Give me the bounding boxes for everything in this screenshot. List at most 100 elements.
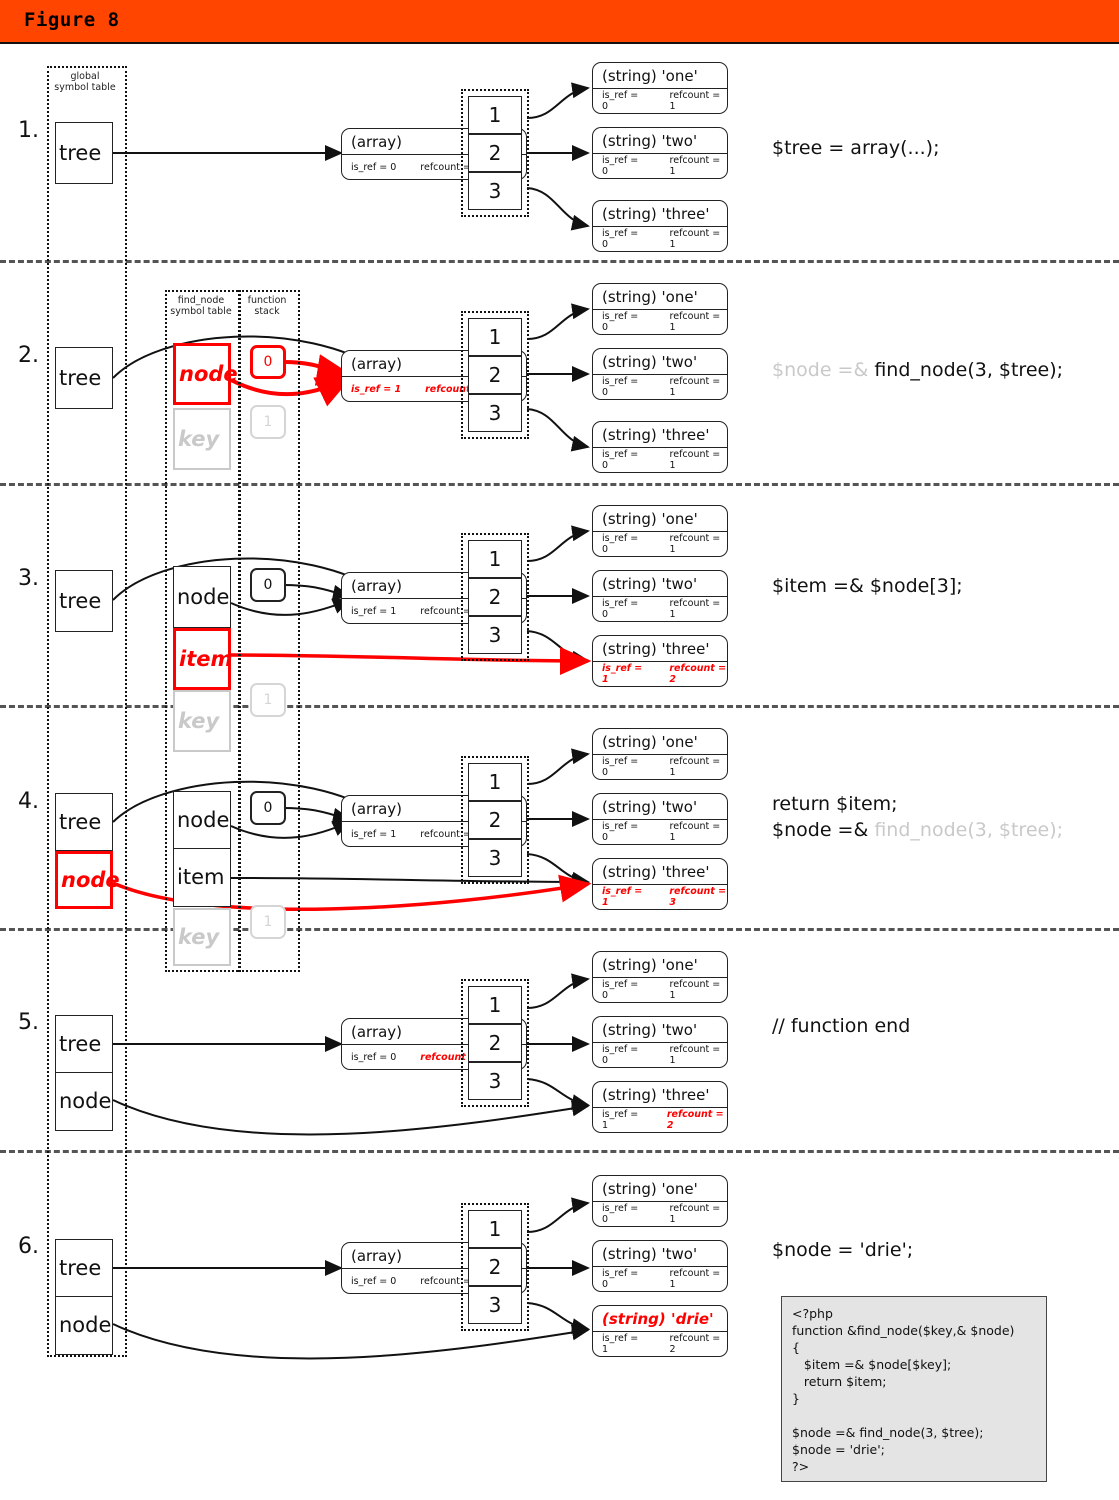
string-type-label: (string) 'drie' [593, 1306, 727, 1332]
string-zval-step6-2: (string) 'drie' is_ref = 1 refcount = 2 [592, 1305, 728, 1357]
string-meta: is_ref = 0 refcount = 1 [593, 597, 727, 621]
array-index-cell: 3 [468, 394, 522, 432]
string-zval-step4-0: (string) 'one' is_ref = 0 refcount = 1 [592, 728, 728, 780]
string-zval-step3-2: (string) 'three' is_ref = 1 refcount = 2 [592, 635, 728, 687]
array-index-label: 1 [488, 770, 502, 794]
global-var-tree-step5[interactable]: tree [55, 1015, 113, 1073]
local-var-node-step2[interactable]: node [173, 343, 238, 405]
global-var-node-step5[interactable]: node [55, 1073, 113, 1131]
step-4-code-line2: $node =& find_node(3, $tree); [772, 817, 1063, 843]
string-meta: is_ref = 1 refcount = 3 [593, 885, 727, 909]
step-4-code-line2-black: $node =& [772, 819, 875, 841]
array-index-label: 1 [488, 103, 502, 127]
string-refcount: refcount = 3 [669, 886, 727, 908]
string-zval-step6-0: (string) 'one' is_ref = 0 refcount = 1 [592, 1175, 728, 1227]
string-type-label: (string) 'one' [593, 1176, 727, 1202]
global-var-label: tree [59, 1255, 102, 1280]
string-refcount: refcount = 2 [669, 1333, 721, 1355]
global-var-tree-step2[interactable]: tree [55, 347, 113, 409]
stack-slot-value: 1 [263, 414, 273, 430]
stack-slot-value: 0 [263, 354, 273, 370]
global-var-tree-step6[interactable]: tree [55, 1239, 113, 1297]
string-type-label: (string) 'one' [593, 952, 727, 978]
string-refcount: refcount = 1 [669, 155, 721, 177]
string-type-label: (string) 'two' [593, 571, 727, 597]
global-var-label: tree [59, 1031, 102, 1056]
global-var-tree-step1[interactable]: tree [55, 122, 113, 184]
row-separator-5 [0, 1150, 1119, 1153]
string-is-ref: is_ref = 1 [602, 886, 643, 908]
step-number-2: 2. [18, 343, 39, 368]
step-6-code: $node = 'drie'; [772, 1239, 914, 1261]
string-is-ref: is_ref = 0 [602, 1044, 639, 1066]
array-index-cell: 3 [468, 616, 522, 654]
array-index-label: 1 [488, 993, 502, 1017]
array-index-label: 3 [488, 1069, 502, 1093]
global-var-node-step4[interactable]: node [55, 851, 120, 909]
string-meta: is_ref = 1 refcount = 2 [593, 1332, 727, 1356]
step-1-code: $tree = array(...); [772, 137, 940, 159]
string-meta: is_ref = 0 refcount = 1 [593, 532, 727, 556]
stack-slot-value: 0 [263, 800, 273, 816]
stack-slot-1-step3: 1 [250, 683, 286, 717]
string-meta: is_ref = 0 refcount = 1 [593, 820, 727, 844]
local-var-label: key [178, 426, 220, 451]
string-meta: is_ref = 1 refcount = 2 [593, 662, 727, 686]
local-var-key-step4[interactable]: key [173, 908, 231, 966]
string-meta: is_ref = 0 refcount = 1 [593, 227, 727, 251]
string-type-label: (string) 'two' [593, 794, 727, 820]
local-var-label: item [177, 865, 225, 889]
local-var-node-step3[interactable]: node [173, 566, 231, 628]
step-4-code: return $item; $node =& find_node(3, $tre… [772, 791, 1063, 843]
global-var-tree-step4[interactable]: tree [55, 793, 113, 851]
string-refcount: refcount = 1 [669, 376, 721, 398]
global-var-tree-step3[interactable]: tree [55, 570, 113, 632]
array-index-cell: 2 [468, 1024, 522, 1062]
array-index-cell: 2 [468, 134, 522, 172]
local-var-node-step4[interactable]: node [173, 791, 231, 849]
string-meta: is_ref = 0 refcount = 1 [593, 310, 727, 334]
local-var-label: node [177, 807, 230, 832]
array-index-cell: 3 [468, 1286, 522, 1324]
step-number-5: 5. [18, 1010, 39, 1035]
string-zval-step4-1: (string) 'two' is_ref = 0 refcount = 1 [592, 793, 728, 845]
function-stack-column [238, 290, 300, 972]
string-zval-step5-2: (string) 'three' is_ref = 1 refcount = 2 [592, 1081, 728, 1133]
local-var-key-step3[interactable]: key [173, 690, 231, 752]
string-is-ref: is_ref = 0 [602, 598, 639, 620]
string-is-ref: is_ref = 0 [602, 311, 639, 333]
string-zval-step2-1: (string) 'two' is_ref = 0 refcount = 1 [592, 348, 728, 400]
global-var-label: tree [59, 809, 102, 834]
local-var-key-step2[interactable]: key [173, 408, 231, 470]
local-var-label: key [178, 924, 220, 949]
array-index-cell: 2 [468, 801, 522, 839]
string-refcount: refcount = 1 [669, 533, 721, 555]
local-var-item-step4[interactable]: item [173, 849, 231, 907]
string-meta: is_ref = 0 refcount = 1 [593, 154, 727, 178]
step-2-code-grey: $node =& [772, 359, 875, 381]
step-number-1: 1. [18, 118, 39, 143]
array-index-label: 3 [488, 846, 502, 870]
string-zval-step3-0: (string) 'one' is_ref = 0 refcount = 1 [592, 505, 728, 557]
string-meta: is_ref = 0 refcount = 1 [593, 755, 727, 779]
step-2-code: $node =& find_node(3, $tree); [772, 357, 1063, 383]
string-is-ref: is_ref = 0 [602, 1268, 639, 1290]
string-meta: is_ref = 0 refcount = 1 [593, 978, 727, 1002]
string-is-ref: is_ref = 0 [602, 376, 639, 398]
string-refcount: refcount = 1 [669, 756, 721, 778]
global-var-label: tree [59, 588, 102, 613]
stack-slot-1-step2: 1 [250, 405, 286, 439]
array-index-label: 3 [488, 623, 502, 647]
array-index-cell: 3 [468, 839, 522, 877]
findnode-caption-line1: find_node [177, 295, 225, 306]
string-type-label: (string) 'three' [593, 201, 727, 227]
global-caption-line1: global [70, 71, 100, 82]
figure-title: Figure 8 [24, 9, 120, 31]
array-index-label: 3 [488, 179, 502, 203]
findnode-caption: find_node symbol table [163, 295, 239, 317]
global-var-node-step6[interactable]: node [55, 1297, 113, 1355]
stack-slot-value: 0 [263, 577, 273, 593]
local-var-item-step3[interactable]: item [173, 628, 232, 690]
string-type-label: (string) 'one' [593, 506, 727, 532]
array-index-cell: 3 [468, 172, 522, 210]
